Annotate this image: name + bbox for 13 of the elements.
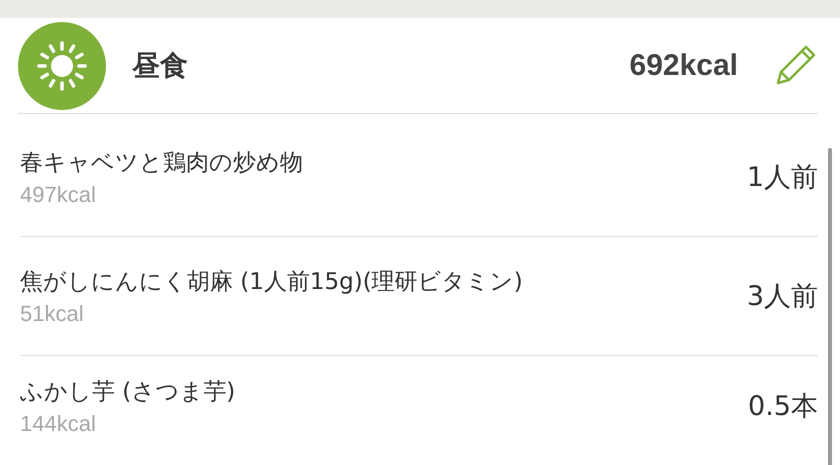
food-name: ふかし芋 (さつま芋)	[20, 378, 236, 406]
total-calories: 692kcal	[630, 48, 738, 82]
food-name: 焦がしにんにく胡麻 (1人前15g)(理研ビタミン)	[20, 268, 524, 296]
sun-icon	[18, 22, 106, 110]
serving-amount: 0.5本	[748, 390, 818, 424]
meal-title: 昼食	[132, 48, 189, 84]
food-calories: 497kcal	[20, 182, 97, 208]
food-calories: 144kcal	[20, 410, 97, 436]
food-calories: 51kcal	[20, 300, 85, 326]
food-name: 春キャベツと鶏肉の炒め物	[20, 148, 304, 178]
serving-amount: 1人前	[746, 161, 818, 195]
serving-amount: 3人前	[746, 280, 818, 314]
scrollbar[interactable]	[828, 148, 832, 465]
